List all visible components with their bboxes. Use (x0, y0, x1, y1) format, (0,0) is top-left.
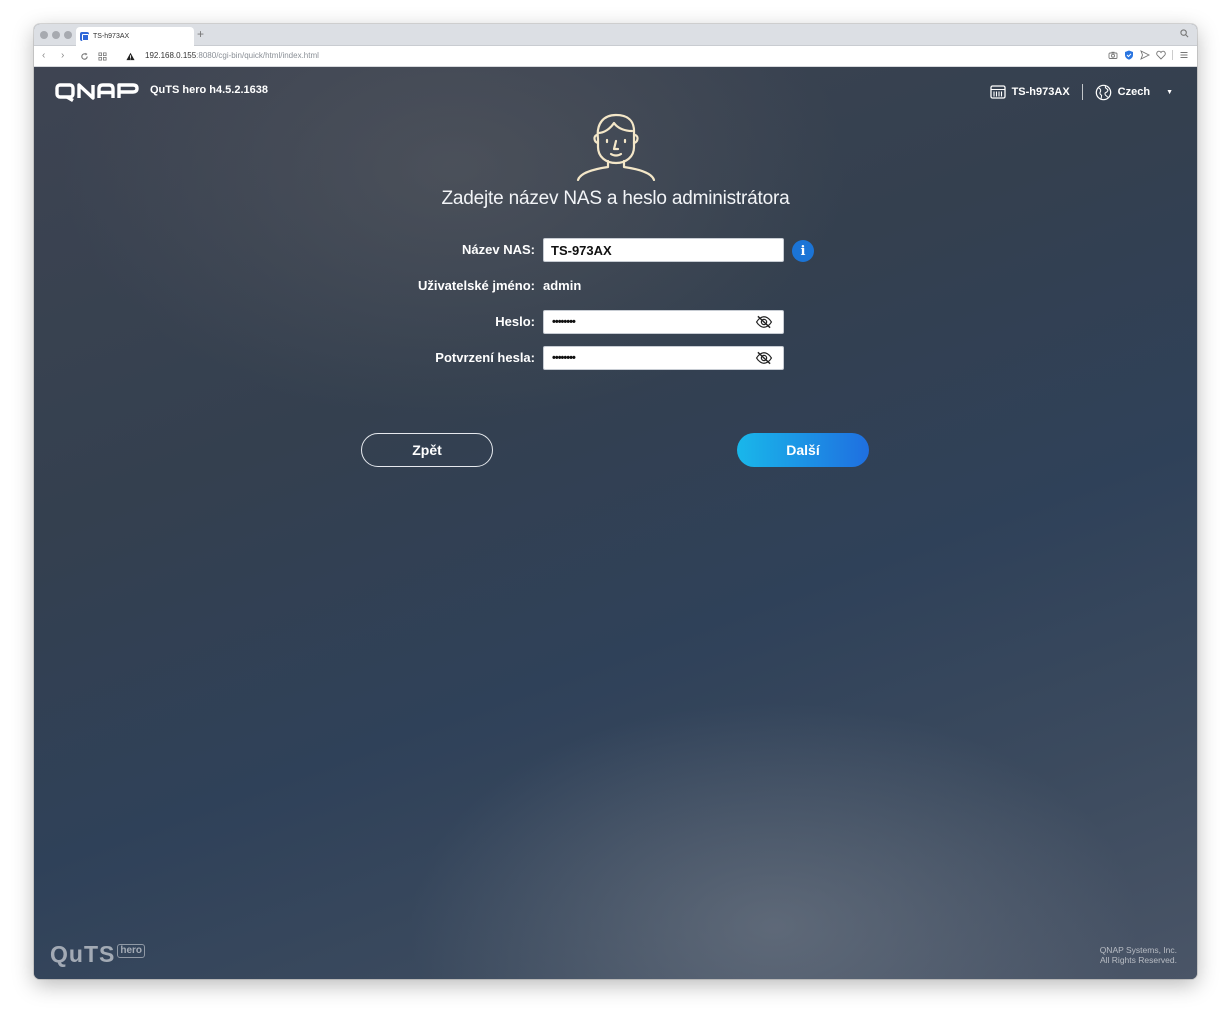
header-divider (1081, 84, 1083, 100)
next-button[interactable]: Další (737, 433, 869, 467)
address-bar: ‹ › 192.168.0.155:8080/cgi-bin/quick/htm… (34, 46, 1197, 67)
snapshot-camera-icon[interactable] (1108, 50, 1118, 60)
username-label: Uživatelské jméno: (417, 278, 535, 293)
firmware-version: QuTS hero h4.5.2.1638 (150, 84, 268, 96)
confirm-password-label: Potvrzení hesla: (435, 350, 535, 365)
address-bar-tools (1108, 50, 1189, 60)
maximize-window-dot[interactable] (64, 31, 72, 39)
tab-strip: TS-h973AX + (34, 24, 1197, 46)
not-secure-warning-icon[interactable] (126, 52, 135, 61)
browser-window: TS-h973AX + ‹ › 192.168.0.155:8080/cgi-b… (34, 24, 1197, 979)
confirm-password-field[interactable]: •••••••• (543, 346, 784, 370)
url-path: :8080/cgi-bin/quick/html/index.html (196, 51, 319, 60)
password-label: Heslo: (495, 314, 535, 329)
forward-nav-icon[interactable]: › (61, 50, 64, 61)
header-right: TS-h973AX Czech ▼ (989, 82, 1173, 102)
browser-tab[interactable]: TS-h973AX (76, 27, 194, 46)
globe-icon (1095, 84, 1111, 100)
quts-hero-logo: QuTS hero (50, 941, 146, 968)
user-avatar-icon (576, 113, 656, 181)
nas-name-label: Název NAS: (462, 242, 535, 257)
url-host: 192.168.0.155 (145, 51, 197, 60)
back-button[interactable]: Zpět (361, 433, 493, 467)
nas-name-field[interactable] (543, 238, 784, 262)
speed-dial-grid-icon[interactable] (98, 52, 107, 61)
chevron-down-icon: ▼ (1166, 88, 1173, 96)
hero-logo-text: hero (117, 944, 146, 958)
copyright: QNAP Systems, Inc. All Rights Reserved. (1100, 945, 1177, 965)
username-value: admin (543, 278, 582, 293)
toolbar-divider (1172, 50, 1173, 60)
info-icon[interactable]: i (792, 240, 814, 262)
shield-check-icon[interactable] (1124, 50, 1134, 60)
password-field[interactable]: •••••••• (543, 310, 784, 334)
device-info: TS-h973AX (989, 84, 1070, 100)
eye-slash-icon[interactable] (755, 315, 773, 329)
page-heading: Zadejte název NAS a heslo administrátora (441, 188, 790, 209)
back-nav-icon[interactable]: ‹ (42, 50, 45, 61)
reload-icon[interactable] (80, 52, 89, 61)
copyright-line-2: All Rights Reserved. (1099, 955, 1177, 965)
search-tabs-icon[interactable] (1180, 29, 1189, 38)
nas-name-input[interactable] (544, 239, 783, 261)
language-selector[interactable]: Czech ▼ (1095, 84, 1173, 101)
eye-slash-icon[interactable] (755, 351, 773, 365)
heart-bookmark-icon[interactable] (1156, 50, 1166, 60)
tab-title: TS-h973AX (93, 33, 130, 40)
url-field[interactable]: 192.168.0.155:8080/cgi-bin/quick/html/in… (145, 51, 319, 60)
confirm-password-mask: •••••••• (552, 352, 576, 364)
language-label: Czech (1117, 86, 1151, 98)
nas-device-icon (989, 85, 1006, 99)
menu-lines-icon[interactable] (1179, 50, 1189, 60)
copyright-line-1: QNAP Systems, Inc. (1099, 945, 1177, 955)
quts-logo-text: QuTS (50, 941, 116, 967)
send-arrow-icon[interactable] (1140, 50, 1150, 60)
qnap-logo (55, 83, 139, 102)
setup-page: QuTS hero h4.5.2.1638 TS-h973AX Czech ▼ … (34, 67, 1197, 979)
password-mask: •••••••• (552, 316, 576, 328)
minimize-window-dot[interactable] (52, 31, 60, 39)
close-window-dot[interactable] (40, 31, 48, 39)
qnap-favicon-icon (80, 32, 89, 41)
device-name: TS-h973AX (1011, 86, 1070, 98)
new-tab-plus-icon[interactable]: + (197, 27, 204, 41)
